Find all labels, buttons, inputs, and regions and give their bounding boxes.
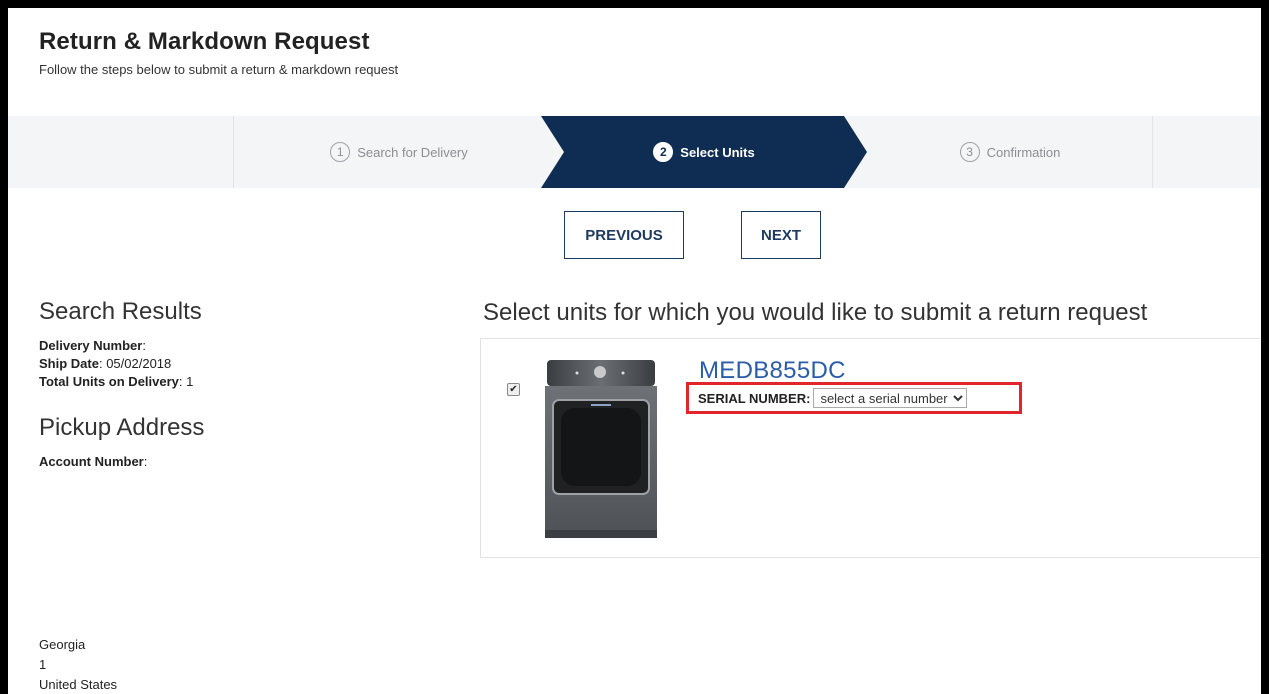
- step-label: Select Units: [680, 144, 755, 160]
- address-state: Georgia: [39, 637, 86, 652]
- step-label: Search for Delivery: [357, 144, 468, 160]
- page-header: Return & Markdown Request Follow the ste…: [39, 28, 398, 77]
- total-units-row: Total Units on Delivery: 1: [39, 374, 194, 389]
- dryer-product-image: [545, 360, 657, 538]
- next-button[interactable]: NEXT: [741, 211, 821, 259]
- step-progress-bar: 1 Search for Delivery 2 Select Units 3 C…: [8, 116, 1261, 188]
- serial-number-label: SERIAL NUMBER:: [698, 390, 811, 406]
- account-number-row: Account Number:: [39, 454, 148, 469]
- search-results-panel: Search Results Delivery Number: Ship Dat…: [39, 298, 439, 471]
- unit-card: ✔ MEDB855DC SERIAL NUMBER: select a seri…: [480, 338, 1261, 558]
- step-select-units[interactable]: 2 Select Units: [564, 116, 844, 188]
- ship-date-label: Ship Date: [39, 356, 99, 371]
- step-label: Confirmation: [986, 144, 1061, 160]
- delivery-number-row: Delivery Number:: [39, 338, 146, 353]
- search-results-heading: Search Results: [39, 298, 202, 325]
- ship-date-row: Ship Date: 05/02/2018: [39, 356, 172, 371]
- step-number: 3: [959, 142, 980, 162]
- unit-select-checkbox[interactable]: ✔: [507, 383, 520, 396]
- total-units-value: 1: [186, 374, 194, 389]
- address-line-2: 1: [39, 657, 47, 672]
- unit-model-link[interactable]: MEDB855DC: [699, 357, 846, 379]
- units-title: Select units for which you would like to…: [483, 299, 1148, 326]
- serial-number-select[interactable]: select a serial number: [813, 388, 968, 408]
- step-search-for-delivery[interactable]: 1 Search for Delivery: [234, 116, 564, 188]
- page-subtitle: Follow the steps below to submit a retur…: [39, 62, 399, 77]
- previous-button[interactable]: PREVIOUS: [564, 211, 684, 259]
- account-number-label: Account Number: [39, 454, 144, 469]
- page: Return & Markdown Request Follow the ste…: [8, 8, 1261, 694]
- step-number: 1: [330, 142, 351, 162]
- address-country: United States: [39, 677, 118, 692]
- step-number: 2: [653, 142, 674, 162]
- page-title: Return & Markdown Request: [39, 28, 370, 55]
- ship-date-value: 05/02/2018: [106, 356, 172, 371]
- total-units-label: Total Units on Delivery: [39, 374, 179, 389]
- serial-number-field: SERIAL NUMBER: select a serial number: [686, 382, 1022, 414]
- pickup-address-block: Georgia 1 United States: [39, 635, 117, 694]
- delivery-number-label: Delivery Number: [39, 338, 143, 353]
- step-confirmation[interactable]: 3 Confirmation: [868, 116, 1152, 188]
- pickup-address-heading: Pickup Address: [39, 414, 205, 441]
